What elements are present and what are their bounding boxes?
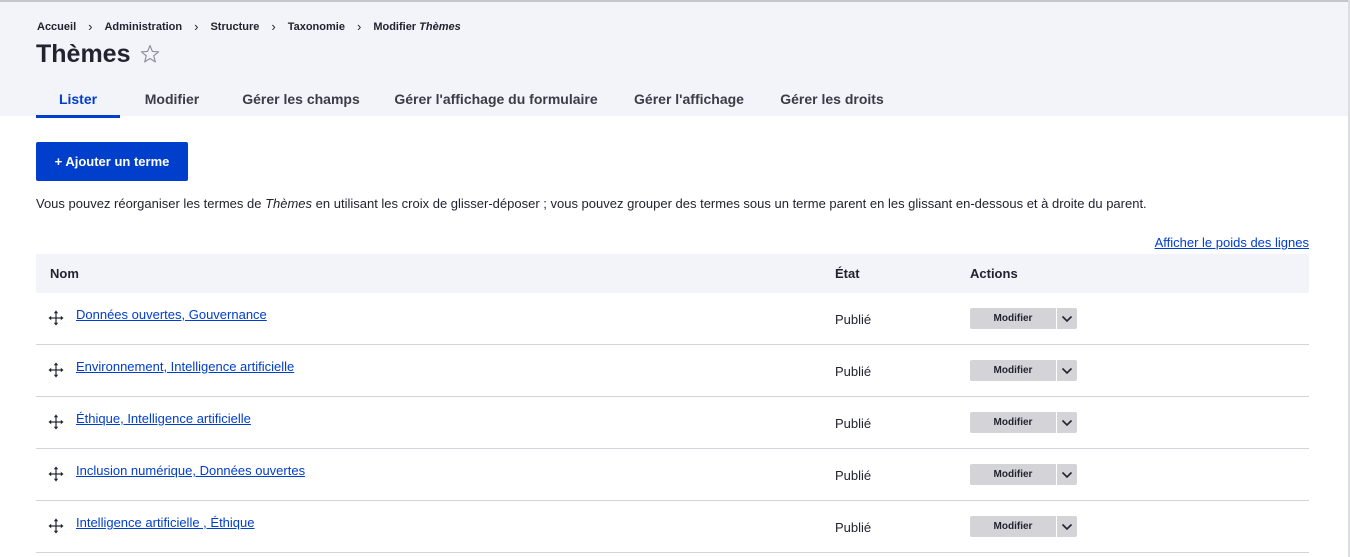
tab-gerer-affichage-formulaire[interactable]: Gérer l'affichage du formulaire (378, 84, 614, 118)
chevron-down-icon[interactable] (1056, 412, 1077, 433)
term-state: Publié (835, 312, 872, 327)
chevron-down-icon[interactable] (1056, 360, 1077, 381)
table-row: Environnement, Intelligence artificielle… (36, 345, 1309, 397)
breadcrumb-modifier-themes[interactable]: Modifier Thèmes (373, 21, 460, 33)
edit-term-button[interactable]: Modifier (970, 308, 1056, 329)
tab-gerer-affichage[interactable]: Gérer l'affichage (614, 84, 764, 118)
breadcrumb-separator: › (194, 19, 199, 34)
table-row: Intelligence artificielle , Éthique Publ… (36, 501, 1309, 553)
drag-handle-icon[interactable] (48, 310, 64, 326)
term-state: Publié (835, 468, 872, 483)
breadcrumb-separator: › (356, 19, 362, 34)
table-header: Nom État Actions (36, 254, 1309, 293)
table-body: Données ouvertes, Gouvernance Publié Mod… (36, 293, 1309, 553)
term-actions-dropbutton: Modifier (970, 464, 1077, 485)
tab-modifier[interactable]: Modifier (120, 84, 224, 118)
term-state: Publié (835, 520, 872, 535)
page-header: Accueil › Administration › Structure › T… (0, 2, 1348, 118)
edit-term-button[interactable]: Modifier (970, 516, 1056, 537)
term-name-link[interactable]: Intelligence artificielle , Éthique (76, 515, 255, 530)
chevron-down-icon[interactable] (1056, 464, 1077, 485)
table-row: Inclusion numérique, Données ouvertes Pu… (36, 449, 1309, 501)
breadcrumb: Accueil › Administration › Structure › T… (37, 19, 461, 34)
breadcrumb-structure[interactable]: Structure (210, 21, 259, 33)
term-state: Publié (835, 364, 872, 379)
page-title: Thèmes (36, 40, 131, 68)
tab-gerer-les-droits[interactable]: Gérer les droits (764, 84, 900, 118)
term-actions-dropbutton: Modifier (970, 360, 1077, 381)
tab-gerer-les-champs[interactable]: Gérer les champs (224, 84, 378, 118)
breadcrumb-separator: › (271, 19, 276, 34)
help-text-after: en utilisant les croix de glisser-dépose… (312, 196, 1147, 211)
column-header-actions: Actions (970, 266, 1018, 281)
show-row-weights-link[interactable]: Afficher le poids des lignes (1155, 235, 1309, 250)
drag-handle-icon[interactable] (48, 518, 64, 534)
add-term-button[interactable]: + Ajouter un terme (36, 142, 188, 181)
primary-tabs: Lister Modifier Gérer les champs Gérer l… (36, 84, 900, 118)
tab-lister[interactable]: Lister (36, 84, 120, 118)
edit-term-button[interactable]: Modifier (970, 412, 1056, 433)
drag-handle-icon[interactable] (48, 362, 64, 378)
edit-term-button[interactable]: Modifier (970, 360, 1056, 381)
drag-handle-icon[interactable] (48, 466, 64, 482)
breadcrumb-administration[interactable]: Administration (104, 21, 182, 33)
table-row: Données ouvertes, Gouvernance Publié Mod… (36, 293, 1309, 345)
term-actions-dropbutton: Modifier (970, 412, 1077, 433)
term-actions-dropbutton: Modifier (970, 308, 1077, 329)
star-outline-icon[interactable] (139, 43, 161, 65)
breadcrumb-current-prefix: Modifier (373, 20, 417, 33)
term-state: Publié (835, 416, 872, 431)
drag-handle-icon[interactable] (48, 414, 64, 430)
breadcrumb-separator: › (88, 19, 93, 34)
chevron-down-icon[interactable] (1056, 516, 1077, 537)
help-text: Vous pouvez réorganiser les termes de Th… (36, 195, 1147, 213)
term-actions-dropbutton: Modifier (970, 516, 1077, 537)
table-row: Éthique, Intelligence artificielle Publi… (36, 397, 1309, 449)
term-name-link[interactable]: Inclusion numérique, Données ouvertes (76, 463, 305, 478)
term-name-link[interactable]: Éthique, Intelligence artificielle (76, 411, 251, 426)
edit-term-button[interactable]: Modifier (970, 464, 1056, 485)
column-header-name: Nom (50, 266, 79, 281)
term-name-link[interactable]: Environnement, Intelligence artificielle (76, 359, 294, 374)
breadcrumb-current-emphasis: Thèmes (419, 20, 461, 33)
breadcrumb-accueil[interactable]: Accueil (37, 21, 76, 33)
terms-table: Nom État Actions Données ouvertes, Gouve… (36, 254, 1309, 553)
breadcrumb-taxonomie[interactable]: Taxonomie (288, 21, 345, 33)
chevron-down-icon[interactable] (1056, 308, 1077, 329)
help-text-emphasis: Thèmes (265, 196, 313, 211)
column-header-state: État (835, 266, 860, 281)
term-name-link[interactable]: Données ouvertes, Gouvernance (76, 307, 267, 322)
help-text-before: Vous pouvez réorganiser les termes de (36, 196, 266, 211)
